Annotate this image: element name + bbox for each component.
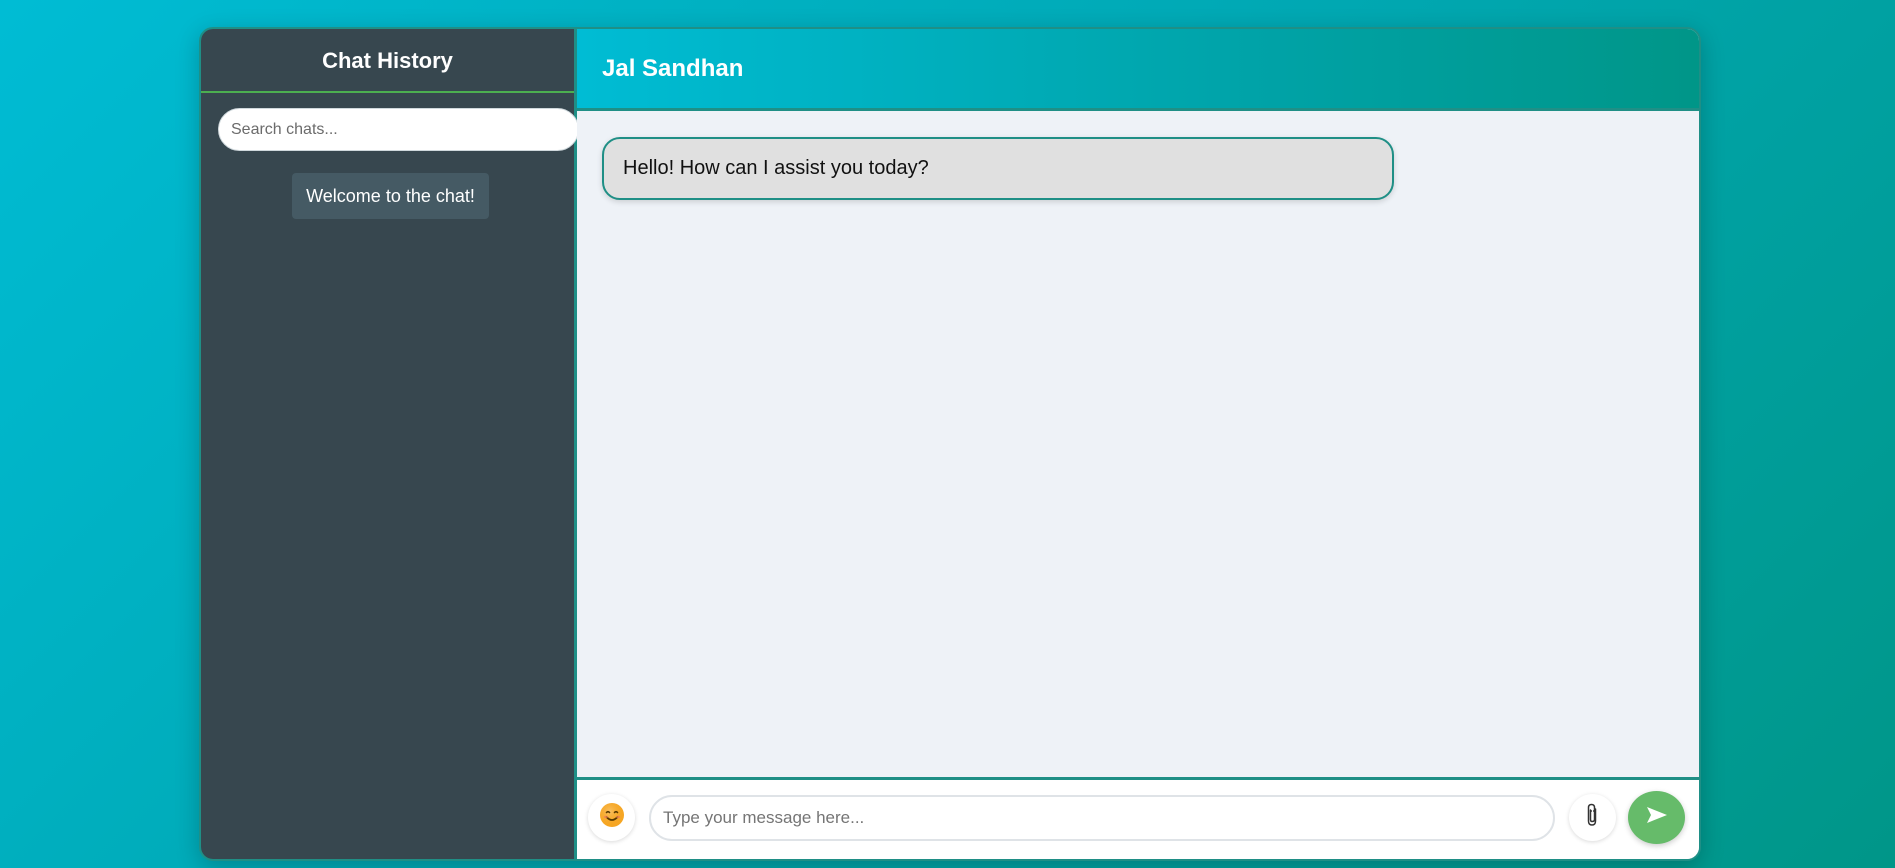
send-button[interactable] <box>1628 791 1685 844</box>
chat-history-sidebar: Chat History Welcome to the chat! <box>201 29 579 859</box>
chat-title: Jal Sandhan <box>602 54 744 82</box>
message-text: Hello! How can I assist you today? <box>623 157 929 179</box>
chat-header: Jal Sandhan <box>577 29 1699 111</box>
history-item-welcome[interactable]: Welcome to the chat! <box>292 173 489 219</box>
smiley-face-icon <box>599 802 625 833</box>
send-arrow-icon <box>1646 806 1668 829</box>
history-item-label: Welcome to the chat! <box>306 185 475 206</box>
bot-message-bubble: Hello! How can I assist you today? <box>602 137 1394 200</box>
search-container <box>218 108 579 151</box>
search-chats-input[interactable] <box>218 108 579 151</box>
chat-app-window: Chat History Welcome to the chat! Jal Sa… <box>199 27 1701 861</box>
paperclip-icon <box>1584 802 1602 833</box>
message-input[interactable] <box>649 795 1555 841</box>
chat-main-panel: Jal Sandhan Hello! How can I assist you … <box>577 29 1699 859</box>
message-composer <box>577 777 1699 859</box>
attach-button[interactable] <box>1569 794 1616 841</box>
messages-area: Hello! How can I assist you today? <box>577 111 1699 777</box>
sidebar-header: Chat History <box>201 29 574 93</box>
sidebar-title: Chat History <box>322 48 453 73</box>
emoji-button[interactable] <box>588 794 635 841</box>
